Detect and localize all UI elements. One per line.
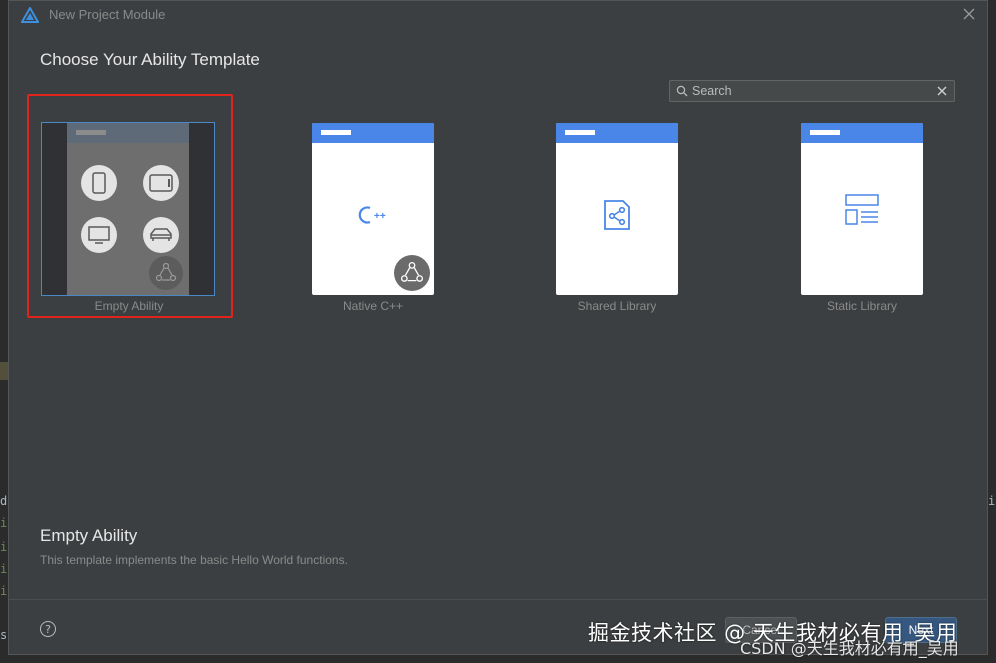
template-native-cpp[interactable]: ++ Native C++ [312, 123, 434, 313]
template-static-library[interactable]: Static Library [801, 123, 923, 313]
multi-device-icon [394, 255, 430, 291]
background-editor-highlight [0, 362, 8, 380]
cpp-icon: ++ [358, 206, 386, 224]
tv-icon [81, 217, 117, 253]
car-icon [143, 217, 179, 253]
tablet-icon [143, 165, 179, 201]
template-description-text: This template implements the basic Hello… [40, 553, 348, 567]
template-card: ++ [312, 123, 434, 295]
template-label: Shared Library [577, 299, 657, 313]
watermark-text-secondary: CSDN @天生我材必有用_吴用 [740, 639, 959, 658]
template-label: Static Library [826, 299, 898, 313]
background-code-char: i [988, 494, 996, 508]
close-icon[interactable] [961, 6, 977, 22]
phone-icon [81, 165, 117, 201]
static-library-icon [845, 194, 879, 225]
svg-text:++: ++ [374, 211, 386, 222]
preview-top-bar [312, 123, 434, 143]
new-project-module-dialog: New Project Module Choose Your Ability T… [8, 0, 988, 655]
search-field[interactable] [669, 80, 955, 102]
title-bar: New Project Module [9, 1, 987, 29]
template-card [556, 123, 678, 295]
footer-divider [9, 599, 987, 600]
background-code-char: i [0, 562, 8, 576]
page-title: Choose Your Ability Template [40, 50, 260, 69]
clear-search-icon[interactable] [936, 85, 948, 97]
background-code-char: s [0, 628, 8, 642]
template-card [801, 123, 923, 295]
search-icon [676, 85, 688, 97]
preview-top-bar [556, 123, 678, 143]
search-input[interactable] [692, 82, 932, 100]
preview-top-bar [67, 123, 189, 143]
background-code-char: i [0, 516, 8, 530]
background-code-char: i [0, 584, 8, 598]
help-icon[interactable]: ? [40, 621, 56, 637]
template-label: Empty Ability [94, 299, 164, 313]
share-library-icon [604, 200, 630, 230]
template-label: Native C++ [342, 299, 404, 313]
template-description-title: Empty Ability [40, 526, 138, 545]
template-empty-ability-preview[interactable] [67, 123, 189, 295]
preview-top-bar [801, 123, 923, 143]
template-shared-library[interactable]: Shared Library [556, 123, 678, 313]
window-title: New Project Module [49, 7, 166, 22]
background-code-char: i [0, 540, 8, 554]
multi-device-icon [149, 256, 183, 290]
app-logo-icon [21, 7, 39, 23]
background-code-char: d [0, 494, 8, 508]
